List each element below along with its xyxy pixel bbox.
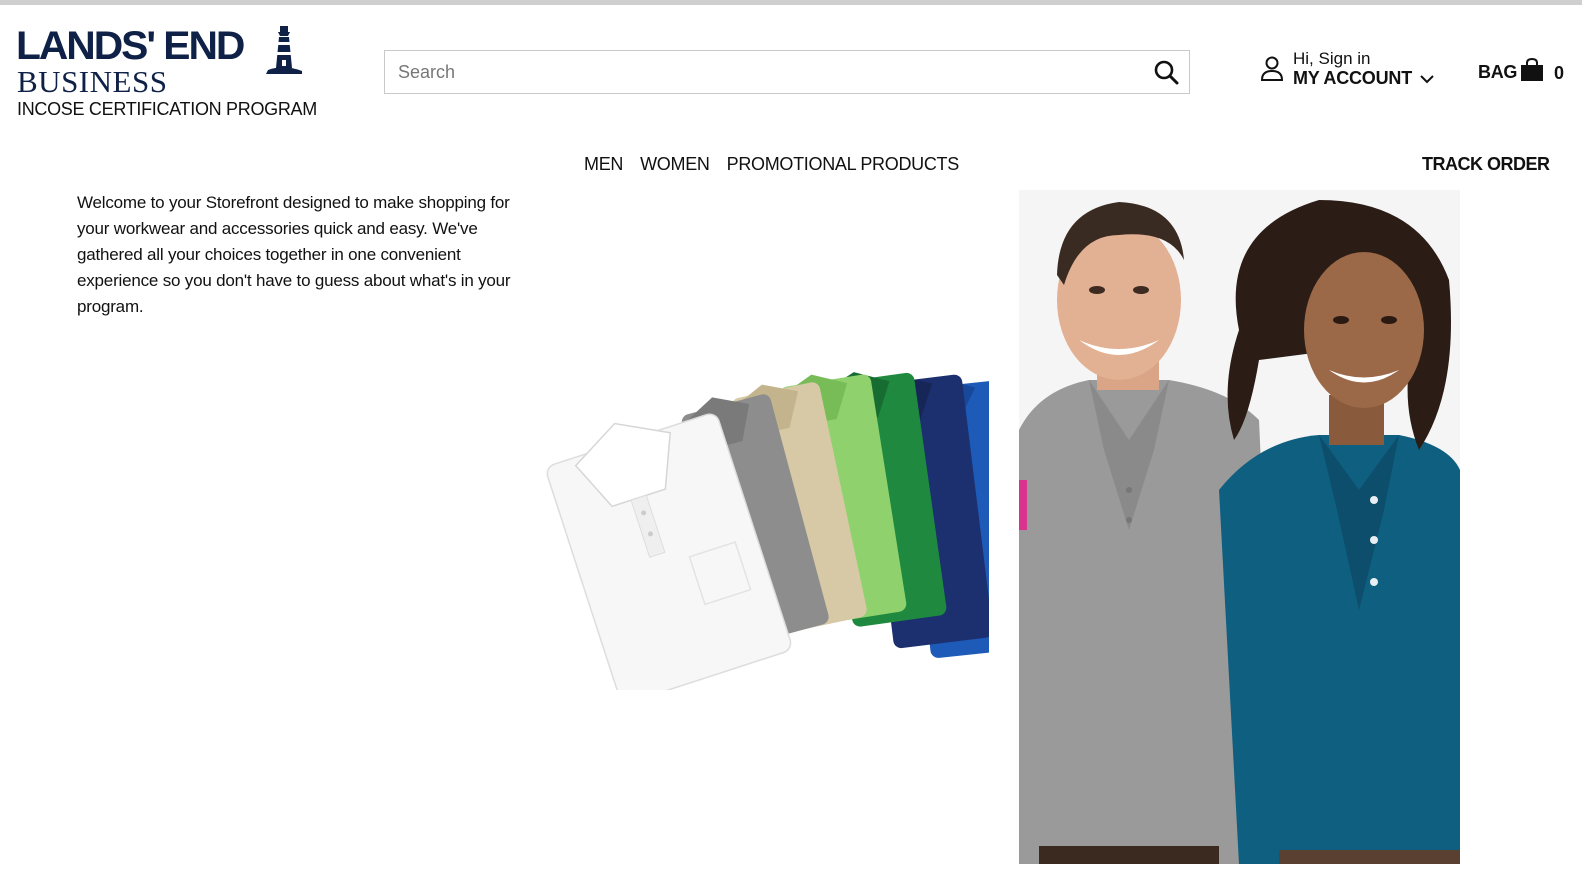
main-navigation: MEN WOMEN PROMOTIONAL PRODUCTS xyxy=(584,154,959,178)
nav-item-women[interactable]: WOMEN xyxy=(640,154,710,178)
program-name: INCOSE CERTIFICATION PROGRAM xyxy=(17,99,317,119)
track-order-link[interactable]: TRACK ORDER xyxy=(1422,154,1550,175)
bag-label: BAG xyxy=(1478,62,1518,82)
brand-logo[interactable]: LANDS' END BUSINESS INCOSE CERTIFICATION… xyxy=(16,22,317,122)
welcome-message: Welcome to your Storefront designed to m… xyxy=(77,193,511,316)
account-greeting: Hi, Sign in xyxy=(1293,49,1371,68)
bag-count: 0 xyxy=(1554,63,1565,83)
search-icon[interactable] xyxy=(1153,59,1179,85)
search-bar xyxy=(384,50,1190,94)
user-icon xyxy=(1260,56,1284,81)
shopping-bag-button[interactable]: BAG 0 xyxy=(1478,58,1578,88)
lighthouse-icon xyxy=(266,26,302,74)
logo-subtitle: BUSINESS xyxy=(17,64,168,99)
chevron-down-icon xyxy=(1420,75,1434,84)
nav-item-promotional-products[interactable]: PROMOTIONAL PRODUCTS xyxy=(727,154,960,178)
nav-item-men[interactable]: MEN xyxy=(584,154,623,178)
logo-wordmark: LANDS' END xyxy=(16,24,245,68)
search-input[interactable] xyxy=(385,51,1145,93)
top-border xyxy=(0,0,1582,5)
account-menu[interactable]: Hi, Sign in MY ACCOUNT xyxy=(1260,48,1450,92)
models-in-polos-image xyxy=(1019,190,1460,864)
folded-polos-image xyxy=(546,372,989,690)
shopping-bag-icon xyxy=(1521,58,1543,81)
account-label: MY ACCOUNT xyxy=(1293,68,1412,88)
